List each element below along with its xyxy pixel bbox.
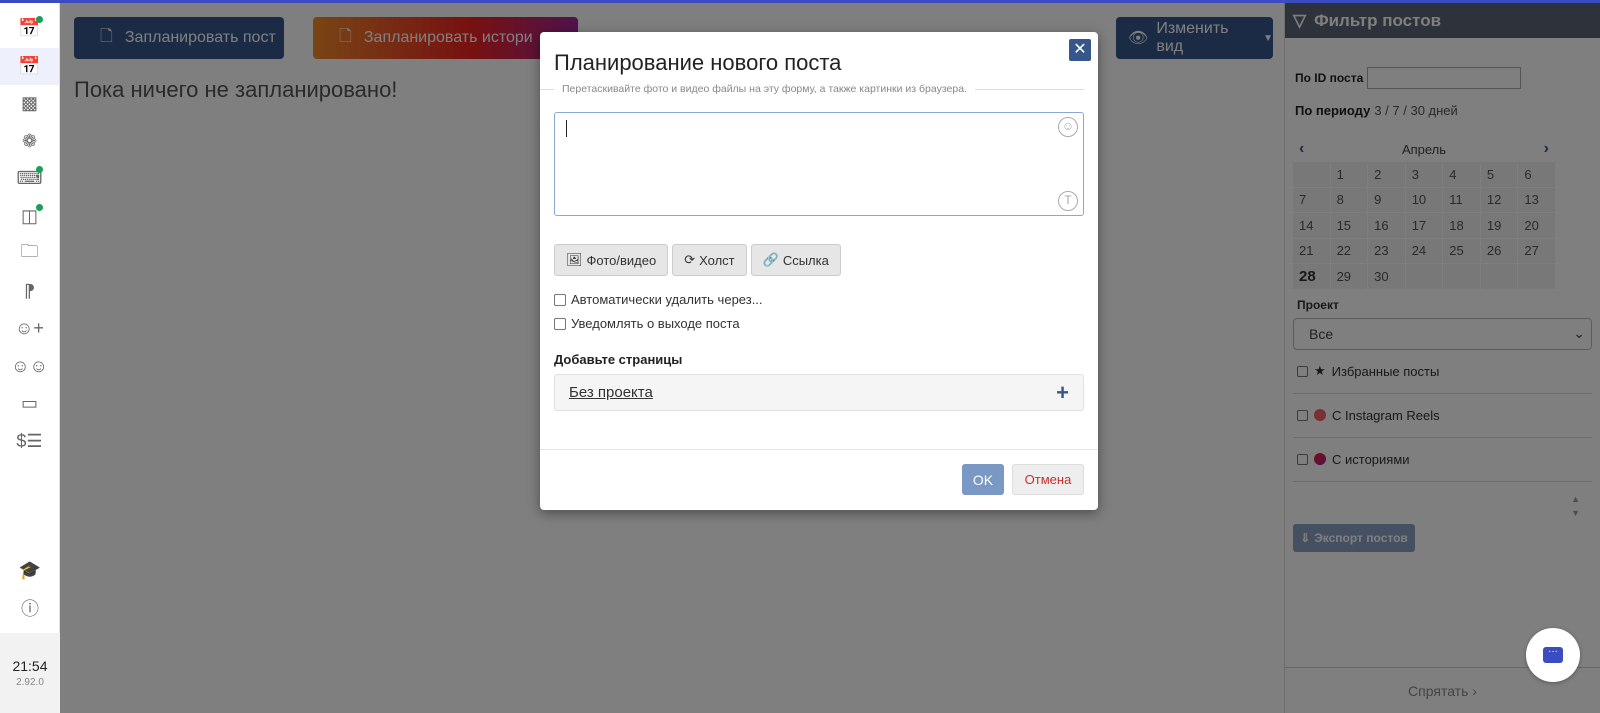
rss-icon: ⁋ — [23, 280, 36, 301]
time: 21:54 — [12, 658, 48, 674]
chat-button[interactable]: ··· — [1526, 628, 1580, 682]
version: 2.92.0 — [16, 677, 44, 688]
ai-icon: ❁ — [21, 130, 38, 151]
plus-icon[interactable]: + — [1056, 380, 1069, 406]
link-icon: 🔗 — [762, 252, 779, 267]
sidebar-item-layout[interactable]: ◫ — [0, 198, 59, 236]
cancel-button[interactable]: Отмена — [1012, 464, 1084, 495]
sidebar-item-ai[interactable]: ❁ — [0, 123, 59, 161]
canvas-button[interactable]: ⟳ Холст — [672, 244, 747, 276]
photo-label: Фото/видео — [586, 252, 657, 268]
sidebar-item-scheduled[interactable]: 📅 — [0, 10, 59, 48]
sidebar-item-learn[interactable]: 🎓 — [0, 552, 60, 590]
dialog-footer-divider — [540, 449, 1098, 450]
text-format-icon[interactable]: T — [1058, 191, 1078, 211]
auto-delete-checkbox[interactable] — [554, 293, 566, 306]
users-icon: ☺☺ — [11, 355, 48, 376]
sidebar-item-billing[interactable]: $☰ — [0, 423, 59, 461]
dialog-title: Планирование нового поста — [554, 50, 842, 75]
status-dot — [36, 16, 43, 23]
sidebar: 📅 📅 ▩ ❁ ⌨ ◫ 🗀 ⁋ ☺+ ☺☺ ▭ $☰ 🎓 ⓘ 21:54 2.9… — [0, 0, 60, 713]
sidebar-item-invite[interactable]: ☺+ — [0, 310, 59, 348]
notify-option[interactable]: Уведомлять о выходе поста — [554, 316, 740, 331]
auto-delete-label: Автоматически удалить через... — [571, 292, 763, 307]
image-icon: 🖼 — [566, 252, 583, 267]
text-caret — [566, 120, 567, 137]
drop-hint: Перетаскивайте фото и видео файлы на эту… — [540, 83, 1098, 95]
photo-video-button[interactable]: 🖼 Фото/видео — [554, 244, 669, 276]
graduation-cap-icon: 🎓 — [18, 560, 42, 581]
ok-button[interactable]: OK — [962, 464, 1004, 495]
clock: 21:54 2.92.0 — [0, 633, 60, 713]
sidebar-item-planner[interactable]: 📅 — [0, 47, 59, 85]
auto-delete-option[interactable]: Автоматически удалить через... — [554, 292, 763, 307]
calendar-clock-icon: 📅 — [18, 55, 41, 76]
sidebar-item-team[interactable]: ☺☺ — [0, 348, 59, 386]
canvas-label: Холст — [699, 252, 735, 268]
sidebar-item-payment[interactable]: ▭ — [0, 385, 59, 423]
notify-checkbox[interactable] — [554, 317, 566, 330]
folder-icon: 🗀 — [20, 240, 39, 261]
sidebar-item-help[interactable]: ⓘ — [0, 590, 60, 628]
sidebar-item-files[interactable]: 🗀 — [0, 235, 59, 273]
status-dot — [36, 166, 43, 173]
project-row[interactable]: Без проекта + — [554, 374, 1084, 411]
link-label: Ссылка — [782, 252, 829, 268]
status-dot — [36, 203, 43, 211]
sidebar-item-analytics[interactable]: ▩ — [0, 85, 59, 123]
notify-label: Уведомлять о выходе поста — [571, 316, 740, 331]
add-pages-heading: Добавьте страницы — [554, 352, 683, 367]
bar-chart-icon: ▩ — [20, 93, 38, 114]
user-plus-icon: ☺+ — [15, 318, 44, 339]
chat-icon: ··· — [1543, 647, 1563, 663]
new-post-dialog: Планирование нового поста ✕ Перетаскивай… — [540, 32, 1098, 510]
canvas-icon: ⟳ — [684, 252, 696, 267]
credit-card-icon: ▭ — [20, 393, 38, 414]
post-text-input[interactable]: ☺ T — [554, 112, 1084, 216]
link-button[interactable]: 🔗 Ссылка — [750, 244, 841, 276]
help-icon: ⓘ — [21, 599, 39, 620]
emoji-icon[interactable]: ☺ — [1058, 117, 1078, 137]
close-button[interactable]: ✕ — [1069, 39, 1091, 61]
billing-icon: $☰ — [16, 430, 43, 451]
sidebar-item-integrations[interactable]: ⌨ — [0, 160, 59, 198]
close-icon: ✕ — [1073, 41, 1087, 58]
sidebar-item-rss[interactable]: ⁋ — [0, 273, 59, 311]
no-project-link[interactable]: Без проекта — [569, 384, 653, 401]
